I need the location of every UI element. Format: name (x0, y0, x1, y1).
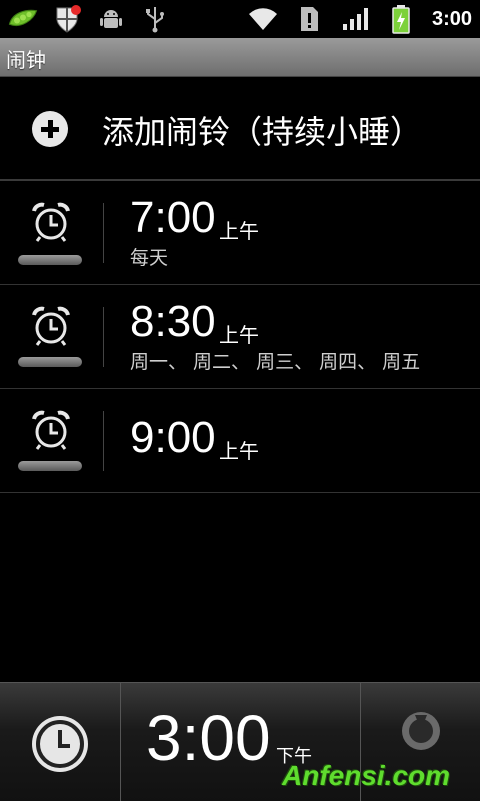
current-time: 3:00 (146, 702, 271, 774)
alarm-item[interactable]: 7:00 上午 每天 (0, 181, 480, 285)
shield-icon (52, 4, 82, 34)
page-title: 闹钟 (6, 48, 46, 72)
status-bar-clock: 3:00 (431, 7, 472, 30)
alarm-days: 每天 (130, 247, 169, 269)
alarm-ampm: 上午 (219, 323, 259, 347)
alarm-time: 7:00 (130, 193, 216, 242)
plus-circle-icon (32, 111, 68, 147)
alarm-item[interactable]: 9:00 上午 (0, 389, 480, 493)
add-alarm-label: 添加闹铃（持续小睡） (102, 113, 423, 151)
android-debug-icon (96, 4, 126, 34)
alarm-enabled-indicator (18, 461, 82, 471)
alarm-toggle-icon[interactable] (30, 201, 72, 243)
alarm-enabled-indicator (18, 255, 82, 265)
alarm-ampm: 上午 (219, 219, 259, 243)
alarm-time: 8:30 (130, 297, 216, 346)
alarm-item[interactable]: 8:30 上午 周一、 周二、 周三、 周四、 周五 (0, 285, 480, 389)
alarm-ampm: 上午 (219, 439, 259, 463)
alarm-days: 周一、 周二、 周三、 周四、 周五 (130, 351, 421, 373)
signal-icon (340, 4, 370, 34)
sim-alert-icon (294, 4, 324, 34)
divider (120, 683, 121, 801)
status-bar-system: 3:00 (248, 2, 472, 36)
settings-icon[interactable] (398, 707, 444, 753)
title-bar: 闹钟 (0, 38, 480, 77)
wifi-icon (248, 4, 278, 34)
usb-icon (140, 4, 170, 34)
status-bar: 3:00 (0, 0, 480, 38)
clock-icon[interactable] (32, 716, 88, 772)
add-alarm-button[interactable]: 添加闹铃（持续小睡） (0, 77, 480, 181)
divider (103, 411, 104, 471)
alarm-toggle-icon[interactable] (30, 305, 72, 347)
alarm-time: 9:00 (130, 413, 216, 462)
alarm-toggle-icon[interactable] (30, 409, 72, 451)
alarm-enabled-indicator (18, 357, 82, 367)
status-bar-notifications (8, 2, 170, 36)
divider (103, 307, 104, 367)
divider (103, 203, 104, 263)
watermark: Anfensi.com (282, 760, 451, 791)
pea-pod-icon (8, 4, 38, 34)
battery-charging-icon (386, 4, 416, 34)
